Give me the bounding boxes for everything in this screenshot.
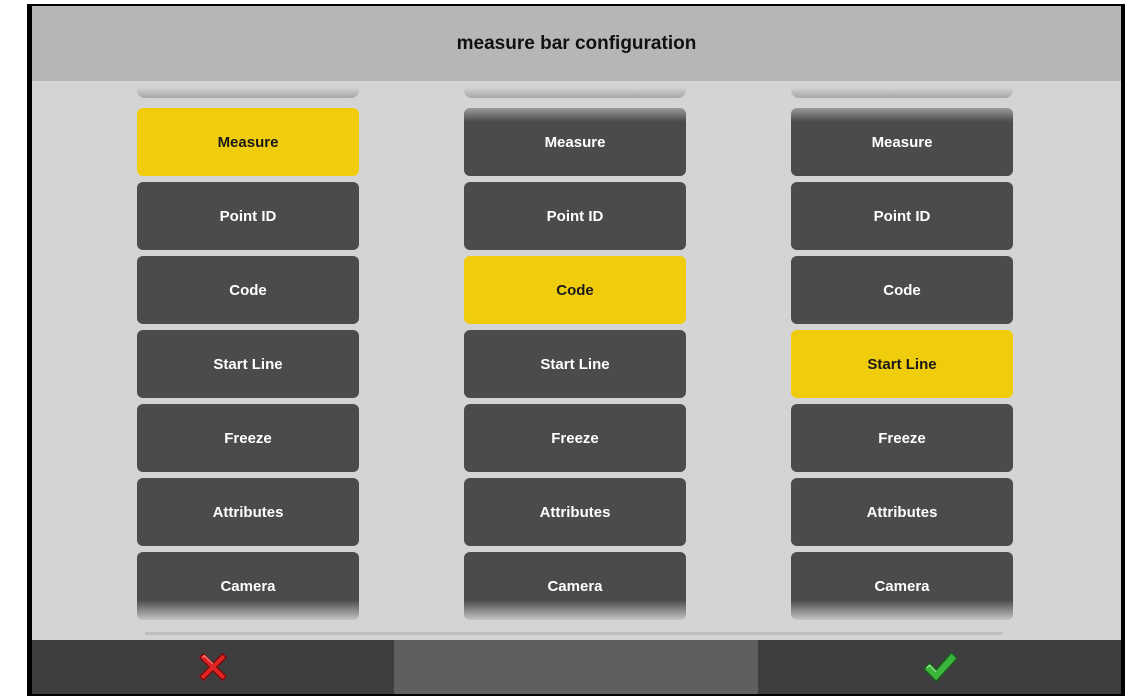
- device-frame: measure bar configuration Measure Point I…: [27, 4, 1125, 696]
- title-bar: measure bar configuration: [32, 6, 1121, 81]
- option-label: Start Line: [540, 355, 610, 373]
- option-attributes-button[interactable]: Attributes: [791, 478, 1013, 546]
- option-label: Freeze: [878, 429, 926, 447]
- option-measure-button[interactable]: Measure: [137, 108, 359, 176]
- option-freeze-button[interactable]: Freeze: [464, 404, 686, 472]
- option-label: Attributes: [866, 503, 938, 521]
- option-label: Measure: [217, 133, 279, 151]
- option-camera-button[interactable]: Camera: [791, 552, 1013, 620]
- option-code-button[interactable]: Code: [791, 256, 1013, 324]
- option-label: Start Line: [213, 355, 283, 373]
- option-camera-button[interactable]: Camera: [464, 552, 686, 620]
- option-start-line-button[interactable]: Start Line: [791, 330, 1013, 398]
- option-measure-button[interactable]: Measure: [791, 108, 1013, 176]
- option-code-button[interactable]: Code: [464, 256, 686, 324]
- option-label: Camera: [874, 577, 930, 595]
- option-label: Freeze: [224, 429, 272, 447]
- option-label: Freeze: [551, 429, 599, 447]
- option-label: Measure: [544, 133, 606, 151]
- option-column-2[interactable]: Measure Point ID Code Start Line Freeze Attri…: [464, 81, 686, 640]
- option-label: Measure: [871, 133, 933, 151]
- option-point-id-button[interactable]: Point ID: [791, 182, 1013, 250]
- option-freeze-button[interactable]: Freeze: [791, 404, 1013, 472]
- option-attributes-button[interactable]: Attributes: [464, 478, 686, 546]
- footer-middle-panel: [394, 640, 758, 694]
- option-label: Start Line: [867, 355, 937, 373]
- option-freeze-button[interactable]: Freeze: [137, 404, 359, 472]
- scroll-peek: [791, 88, 1013, 98]
- option-point-id-button[interactable]: Point ID: [137, 182, 359, 250]
- option-label: Camera: [220, 577, 276, 595]
- option-label: Code: [229, 281, 267, 299]
- scroll-peek: [464, 88, 686, 98]
- close-icon: [198, 652, 227, 682]
- option-point-id-button[interactable]: Point ID: [464, 182, 686, 250]
- option-attributes-button[interactable]: Attributes: [137, 478, 359, 546]
- option-column-1[interactable]: Measure Point ID Code Start Line Freeze Attri…: [137, 81, 359, 640]
- option-code-button[interactable]: Code: [137, 256, 359, 324]
- scroll-divider: [145, 632, 1003, 635]
- option-label: Code: [556, 281, 594, 299]
- checkmark-icon: [923, 652, 958, 682]
- option-start-line-button[interactable]: Start Line: [464, 330, 686, 398]
- option-label: Point ID: [219, 207, 277, 225]
- option-column-3[interactable]: Measure Point ID Code Start Line Freeze Attri…: [791, 81, 1013, 640]
- screen: measure bar configuration Measure Point I…: [32, 6, 1121, 694]
- option-measure-button[interactable]: Measure: [464, 108, 686, 176]
- option-label: Attributes: [212, 503, 284, 521]
- option-label: Camera: [547, 577, 603, 595]
- scroll-peek: [137, 88, 359, 98]
- options-area: Measure Point ID Code Start Line Freeze Attri…: [32, 81, 1121, 640]
- option-label: Point ID: [873, 207, 931, 225]
- bottom-bar: [32, 640, 1121, 694]
- option-start-line-button[interactable]: Start Line: [137, 330, 359, 398]
- option-label: Point ID: [546, 207, 604, 225]
- page-title: measure bar configuration: [456, 32, 697, 54]
- cancel-button[interactable]: [32, 640, 393, 694]
- option-label: Attributes: [539, 503, 611, 521]
- confirm-button[interactable]: [759, 640, 1121, 694]
- option-label: Code: [883, 281, 921, 299]
- option-camera-button[interactable]: Camera: [137, 552, 359, 620]
